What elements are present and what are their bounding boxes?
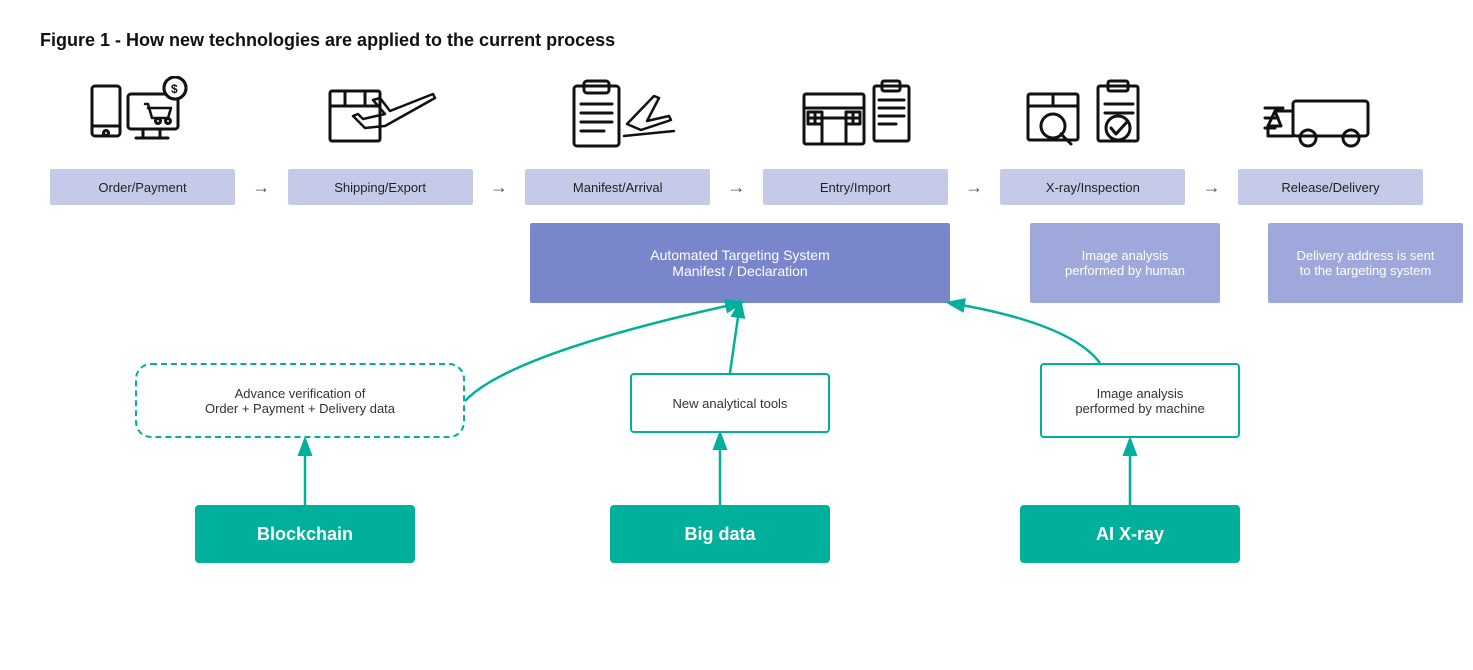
icon-release-delivery (1233, 71, 1413, 161)
svg-text:$: $ (171, 82, 178, 96)
icon-order-payment: $ (60, 71, 240, 161)
icon-manifest-arrival (529, 71, 709, 161)
tech-box-blockchain: Blockchain (195, 505, 415, 563)
step-shipping-export: Shipping/Export (288, 169, 473, 205)
icon-shipping-export (295, 71, 475, 161)
figure-title: Figure 1 - How new technologies are appl… (40, 30, 1433, 51)
step-release-delivery: Release/Delivery (1238, 169, 1423, 205)
step-arrow-5: → (1203, 177, 1221, 198)
step-arrow-2: → (490, 177, 508, 198)
step-xray-inspection: X-ray/Inspection (1000, 169, 1185, 205)
tech-box-bigdata: Big data (610, 505, 830, 563)
step-arrow-3: → (727, 177, 745, 198)
step-order-payment: Order/Payment (50, 169, 235, 205)
steps-row: Order/Payment → Shipping/Export → Manife… (40, 169, 1433, 205)
icons-row: $ (40, 71, 1433, 161)
process-and-bottom-area: Automated Targeting System Manifest / De… (40, 223, 1433, 563)
mid-box-image-machine: Image analysis performed by machine (1040, 363, 1240, 438)
step-arrow-4: → (965, 177, 983, 198)
figure-container: Figure 1 - How new technologies are appl… (0, 0, 1473, 670)
icon-entry-import (764, 71, 944, 161)
tech-box-aixray: AI X-ray (1020, 505, 1240, 563)
icon-xray-inspection (998, 71, 1178, 161)
process-box-delivery-address: Delivery address is sent to the targetin… (1268, 223, 1463, 303)
step-manifest-arrival: Manifest/Arrival (525, 169, 710, 205)
mid-box-analytical-tools: New analytical tools (630, 373, 830, 433)
mid-box-advance-verification: Advance verification of Order + Payment … (135, 363, 465, 438)
process-box-image-human: Image analysis performed by human (1030, 223, 1220, 303)
process-box-ats: Automated Targeting System Manifest / De… (530, 223, 950, 303)
step-entry-import: Entry/Import (763, 169, 948, 205)
step-arrow-1: → (252, 177, 270, 198)
